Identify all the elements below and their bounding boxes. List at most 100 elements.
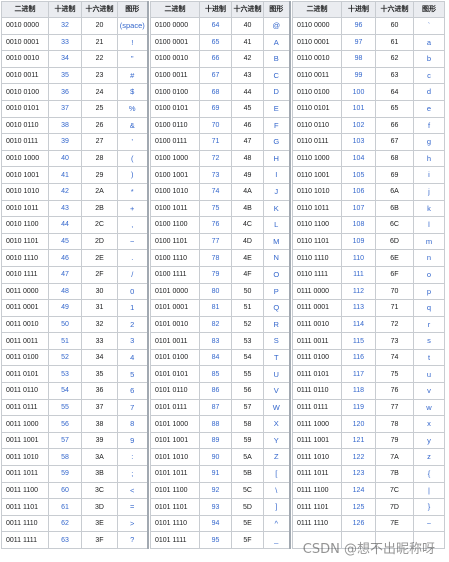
binary-cell: 0110 0011	[292, 66, 342, 85]
glyph-cell: C	[263, 66, 290, 85]
binary-cell: 0110 1011	[292, 199, 342, 218]
glyph-cell: F	[263, 116, 290, 135]
glyph-cell: A	[263, 33, 290, 52]
header-hexadecimal: 十六进制	[81, 1, 118, 18]
decimal-cell: 44	[48, 216, 82, 234]
decimal-cell: 39	[48, 133, 82, 151]
hex-cell: 33	[81, 332, 118, 350]
glyph-cell: a	[413, 33, 445, 52]
glyph-cell: r	[413, 315, 445, 334]
decimal-cell: 46	[48, 249, 82, 267]
table-row: 0010 0101 37 25% 0100 0101 69 45 E 0110 0101 101…	[1, 99, 445, 118]
hex-cell: 2C	[81, 216, 118, 234]
decimal-cell: 102	[341, 116, 376, 135]
glyph-cell: 4	[117, 348, 148, 367]
decimal-cell: 56	[48, 415, 82, 433]
glyph-cell: 8	[117, 415, 148, 433]
table-row: 0011 0010 50 32 2 0101 0010 82 52 R 0111 0010 114…	[1, 315, 445, 334]
binary-cell: 0110 0001	[292, 33, 342, 52]
decimal-cell: 99	[341, 66, 376, 85]
decimal-cell: 58	[48, 448, 82, 467]
table-row: 0011 1101 61 3D = 0101 1101 93 5D] 0111 1101 125…	[1, 498, 445, 516]
hex-cell: 6D	[375, 232, 414, 251]
binary-cell: 0111 1010	[292, 448, 342, 467]
binary-cell: 0011 1100	[1, 481, 49, 500]
binary-cell: 0100 1100	[150, 216, 200, 234]
hex-cell: 42	[231, 50, 264, 68]
glyph-cell: u	[413, 365, 445, 384]
binary-cell: 0111 1000	[292, 415, 342, 433]
decimal-cell: 40	[48, 149, 82, 168]
decimal-cell: 45	[48, 232, 82, 251]
hex-cell: 7A	[375, 448, 414, 467]
hex-cell: 50	[231, 282, 264, 301]
table-row: 0011 0000 48 30 0 0101 0000 80 50 P 0111 0000 112…	[1, 282, 445, 301]
header-glyph: 图形	[117, 1, 148, 18]
decimal-cell: 75	[199, 199, 232, 218]
binary-cell: 0111 0010	[292, 315, 342, 334]
glyph-cell: 0	[117, 282, 148, 301]
table-row: 0011 1001 57 39 9 0101 1001 89 59 Y 0111 1001 121…	[1, 431, 445, 450]
hex-cell: 4B	[231, 199, 264, 218]
decimal-cell: 43	[48, 199, 82, 218]
hex-cell: 5A	[231, 448, 264, 467]
table-row: 0010 1010 42 2A * 0100 1010 74 4A J 0110 1010 106…	[1, 182, 445, 201]
glyph-cell: ~	[413, 514, 445, 533]
binary-cell: 0111 1101	[292, 498, 342, 516]
table-row: 0010 1011 43 2B +0100 1011 75 4B K 0110 1011 107…	[1, 199, 445, 218]
glyph-cell: `	[413, 17, 445, 35]
binary-cell: 0101 0110	[150, 382, 200, 400]
table-row: 0010 0110 38 26 & 0100 0110 70 46 F 0110 0110 102…	[1, 116, 445, 135]
header-decimal: 十进制	[48, 1, 82, 18]
decimal-cell: 82	[199, 315, 232, 334]
binary-cell: 0110 0111	[292, 133, 342, 151]
glyph-cell: V	[263, 382, 290, 400]
decimal-cell: 90	[199, 448, 232, 467]
decimal-cell: 91	[199, 465, 232, 483]
table-row: 0011 1010 58 3A:0101 1010 90 5A Z 0111 1010 122…	[1, 448, 445, 467]
binary-cell: 0010 1111	[1, 265, 49, 284]
decimal-cell: 32	[48, 17, 82, 35]
table-row: 0011 1011 59 3B; 0101 1011 91 5B[0111 1011 123…	[1, 465, 445, 483]
glyph-cell: }	[413, 498, 445, 516]
binary-cell: 0010 0000	[1, 17, 49, 35]
glyph-cell: b	[413, 50, 445, 68]
binary-cell: 0111 0011	[292, 332, 342, 350]
hex-cell: 22	[81, 50, 118, 68]
hex-cell: 7D	[375, 498, 414, 516]
hex-cell: 34	[81, 348, 118, 367]
hex-cell: 58	[231, 415, 264, 433]
glyph-cell: ;	[117, 465, 148, 483]
decimal-cell: 51	[48, 332, 82, 350]
hex-cell: 38	[81, 415, 118, 433]
binary-cell: 0010 1101	[1, 232, 49, 251]
table-row: 0011 1110 62 3E >0101 1110 94 5E ^ 0111 1110 126…	[1, 514, 445, 533]
binary-cell: 0101 0000	[150, 282, 200, 301]
glyph-cell: (	[117, 149, 148, 168]
hex-cell: 57	[231, 398, 264, 417]
hex-cell: 24	[81, 83, 118, 101]
binary-cell: 0101 1110	[150, 514, 200, 533]
binary-cell: 0010 1001	[1, 166, 49, 184]
decimal-cell: 69	[199, 99, 232, 118]
hex-cell: 2B	[81, 199, 118, 218]
table-row: 0011 1111 63 3F? 0101 1111 95 5F _	[1, 531, 445, 549]
glyph-cell: g	[413, 133, 445, 151]
decimal-cell: 107	[341, 199, 376, 218]
binary-cell: 0011 0000	[1, 282, 49, 301]
table-row: 0010 0111 39 27 ' 0100 0111 71 47 G 0110 0111 103…	[1, 133, 445, 151]
decimal-cell: 108	[341, 216, 376, 234]
glyph-cell: S	[263, 332, 290, 350]
hex-cell: 52	[231, 315, 264, 334]
glyph-cell: +	[117, 199, 148, 218]
hex-cell: 37	[81, 398, 118, 417]
glyph-cell: e	[413, 99, 445, 118]
decimal-cell: 101	[341, 99, 376, 118]
hex-cell: 59	[231, 431, 264, 450]
hex-cell: 73	[375, 332, 414, 350]
decimal-cell: 54	[48, 382, 82, 400]
decimal-cell: 41	[48, 166, 82, 184]
hex-cell: 6F	[375, 265, 414, 284]
decimal-cell: 110	[341, 249, 376, 267]
binary-cell: 0010 1110	[1, 249, 49, 267]
